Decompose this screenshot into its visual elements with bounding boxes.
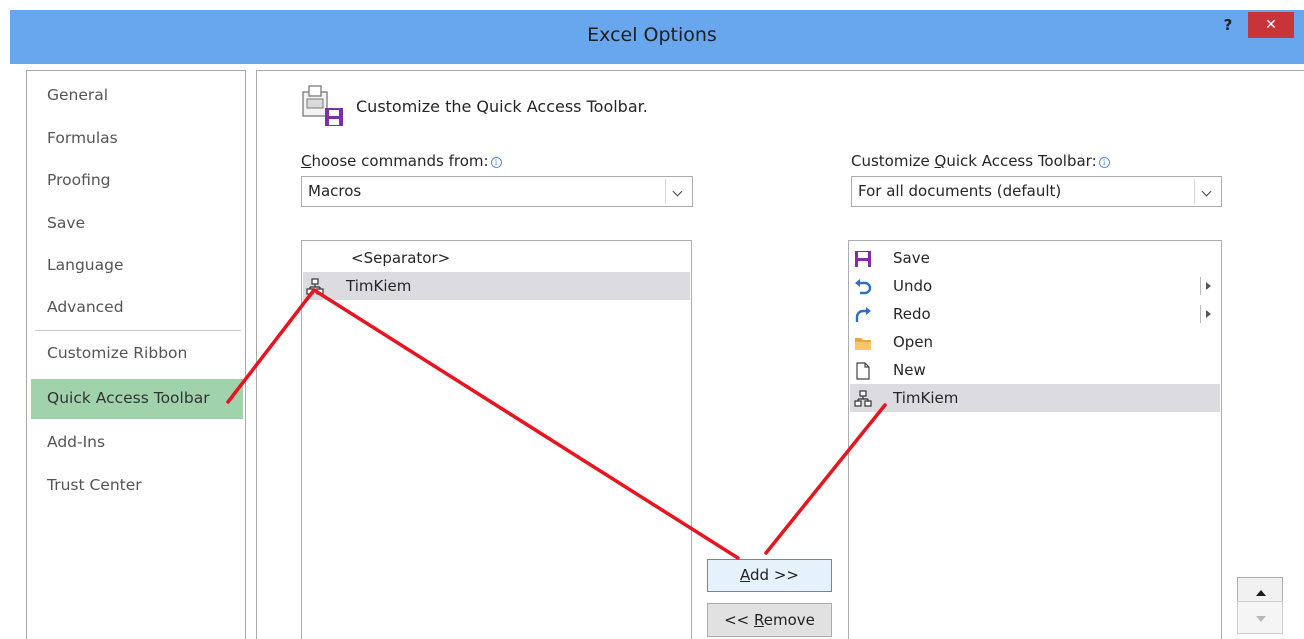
help-button[interactable]: ? (1218, 14, 1238, 36)
options-nav: General Formulas Proofing Save Language … (26, 70, 246, 639)
title-bar: Excel Options ? ✕ (0, 0, 1304, 64)
new-document-icon (856, 362, 870, 380)
info-icon[interactable]: i (1098, 157, 1110, 168)
list-item-label: Redo (893, 305, 931, 323)
customize-label-pre: Customize (851, 152, 935, 170)
redo-icon (855, 307, 871, 322)
info-icon[interactable]: i (490, 157, 502, 168)
nav-item-general[interactable]: General (47, 80, 108, 110)
list-item-label: Undo (893, 277, 933, 295)
customize-toolbar-value: For all documents (default) (858, 182, 1062, 200)
save-icon (855, 251, 871, 267)
customize-label-access-key: Q (934, 152, 947, 170)
nav-item-formulas[interactable]: Formulas (47, 123, 118, 153)
list-item-label: New (893, 361, 926, 379)
submenu-arrow-icon[interactable] (1200, 277, 1211, 295)
choose-label-text: hoose commands from: (311, 152, 489, 170)
chevron-down-icon[interactable] (1194, 179, 1219, 204)
submenu-arrow-icon[interactable] (1200, 305, 1211, 323)
list-item[interactable]: Save (850, 244, 1220, 272)
choose-commands-value: Macros (308, 182, 362, 200)
customize-label-post: uick Access Toolbar: (946, 152, 1097, 170)
list-item[interactable]: Open (850, 328, 1220, 356)
customize-toolbar-dropdown[interactable]: For all documents (default) (851, 176, 1222, 207)
list-item[interactable]: New (850, 356, 1220, 384)
remove-button[interactable]: << Remove (707, 603, 832, 637)
list-item[interactable]: <Separator> (303, 244, 690, 272)
list-item-label: Save (893, 249, 930, 267)
section-heading: Customize the Quick Access Toolbar. (356, 97, 648, 116)
choose-commands-label: Choose commands from: i (301, 152, 502, 170)
list-item-label: TimKiem (346, 277, 412, 295)
nav-divider (35, 330, 241, 331)
nav-item-customize-ribbon[interactable]: Customize Ribbon (47, 338, 187, 368)
dialog-title: Excel Options (587, 24, 717, 46)
quick-access-toolbar-icon (302, 85, 343, 126)
list-item[interactable]: Undo (850, 272, 1220, 300)
list-item-label: Open (893, 333, 934, 351)
macro-icon (306, 278, 324, 295)
nav-item-save[interactable]: Save (47, 208, 85, 238)
remove-button-pre: << (724, 611, 755, 629)
move-down-button[interactable] (1237, 601, 1283, 634)
nav-item-proofing[interactable]: Proofing (47, 165, 111, 195)
quick-access-toolbar-list[interactable]: Save Undo Redo Open New TimKiem (848, 240, 1222, 639)
macro-icon (854, 390, 872, 407)
remove-button-access-key: R (754, 611, 764, 629)
close-button[interactable]: ✕ (1248, 12, 1294, 38)
nav-item-language[interactable]: Language (47, 250, 124, 280)
chevron-down-icon[interactable] (665, 179, 690, 204)
choose-label-access-key: C (301, 152, 312, 170)
customize-toolbar-label: Customize Quick Access Toolbar: i (851, 152, 1110, 170)
add-button-access-key: A (740, 566, 751, 584)
list-item-label: <Separator> (351, 249, 451, 267)
choose-commands-dropdown[interactable]: Macros (301, 176, 693, 207)
add-button-label: dd >> (750, 566, 799, 584)
remove-button-label: emove (763, 611, 815, 629)
list-item-label: TimKiem (893, 389, 959, 407)
nav-item-quick-access-toolbar[interactable]: Quick Access Toolbar (31, 379, 243, 419)
nav-item-advanced[interactable]: Advanced (47, 292, 124, 322)
list-item[interactable]: TimKiem (850, 384, 1220, 412)
list-item[interactable]: TimKiem (303, 272, 690, 300)
list-item[interactable]: Redo (850, 300, 1220, 328)
nav-item-trust-center[interactable]: Trust Center (47, 470, 142, 500)
undo-icon (855, 279, 872, 295)
folder-icon (855, 338, 871, 350)
commands-list[interactable]: <Separator> TimKiem (301, 240, 692, 639)
add-button[interactable]: Add >> (707, 559, 832, 592)
nav-item-add-ins[interactable]: Add-Ins (47, 427, 105, 457)
